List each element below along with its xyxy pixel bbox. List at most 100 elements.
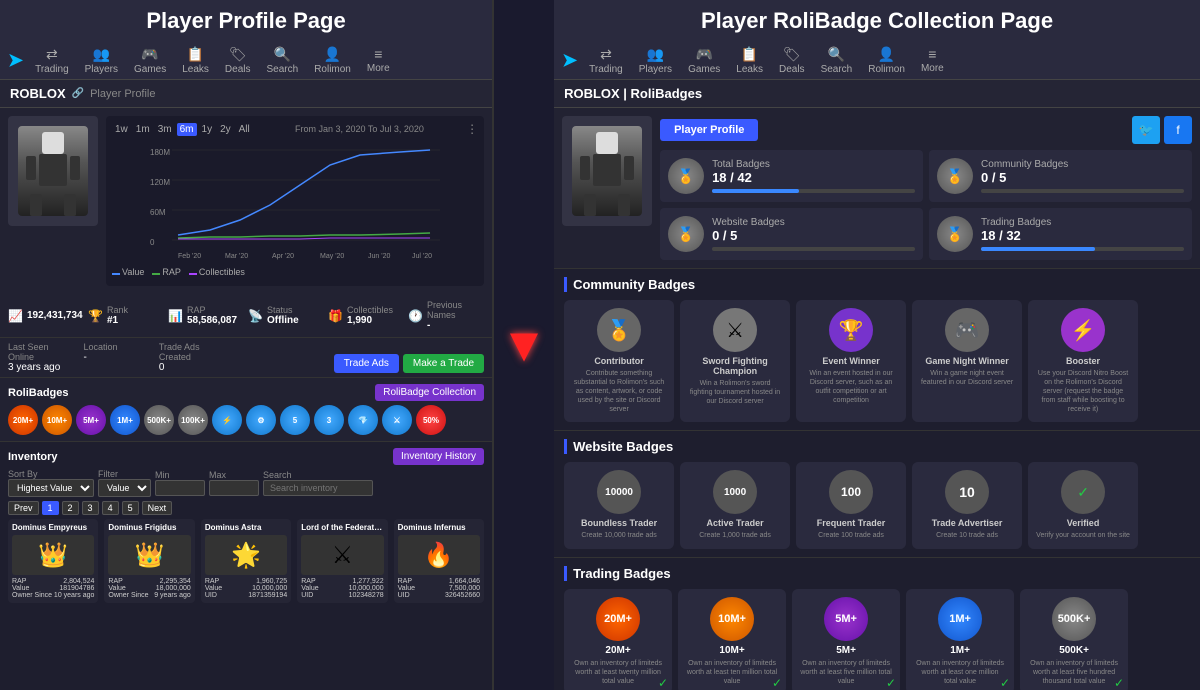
right-nav-more[interactable]: ≡ More	[921, 46, 944, 75]
min-input[interactable]	[155, 480, 205, 496]
nav-search[interactable]: 🔍 Search	[267, 46, 299, 75]
value-icon: 📈	[8, 309, 23, 323]
svg-text:120M: 120M	[150, 178, 170, 187]
right-panel: Player RoliBadge Collection Page ➤ ⇄ Tra…	[554, 0, 1200, 690]
right-nav-deals[interactable]: 🏷 Deals	[779, 46, 805, 75]
right-nav-search[interactable]: 🔍 Search	[821, 46, 853, 75]
right-nav-trading[interactable]: ⇄ Trading	[589, 46, 623, 75]
svg-text:0: 0	[150, 238, 155, 247]
website-badges-category-title: Website Badges	[564, 439, 1190, 454]
right-nav-games[interactable]: 🎮 Games	[688, 46, 720, 75]
active-trader-icon: 1000	[713, 470, 757, 514]
right-avatar	[572, 126, 642, 216]
roli-badge-collection-button[interactable]: RoliBadge Collection	[375, 384, 484, 401]
community-badges-title: Community Badges	[981, 159, 1184, 170]
page-3-button[interactable]: 3	[82, 501, 99, 515]
facebook-button[interactable]: f	[1164, 116, 1192, 144]
next-button[interactable]: Next	[142, 501, 173, 515]
svg-text:May '20: May '20	[320, 253, 344, 260]
roli-badges-row: 20M+ 10M+ 5M+ 1M+ 500K+ 100K+ ⚡ ⚙ 5 3 💎 …	[8, 405, 484, 435]
trading-badges-bar-fill	[981, 247, 1095, 251]
stat-status-value: Offline	[267, 315, 299, 326]
stat-rank-num: #1	[107, 315, 128, 326]
btn-2y[interactable]: 2y	[217, 123, 234, 136]
item-1-img: 👑	[108, 535, 190, 575]
stat-value: 📈 192,431,734	[8, 300, 84, 331]
tbc-20m-name: 20M+	[605, 645, 630, 656]
btn-6m[interactable]: 6m	[177, 123, 197, 136]
nav-players-label: Players	[85, 64, 118, 75]
trading-badges-icon: 🏅	[937, 216, 973, 252]
avatar-box	[8, 116, 98, 226]
website-badges-card: 🏅 Website Badges 0 / 5	[660, 208, 923, 260]
nav-trading[interactable]: ⇄ Trading	[35, 46, 69, 75]
inventory-history-button[interactable]: Inventory History	[393, 448, 484, 465]
trade-ads-button[interactable]: Trade Ads	[334, 354, 399, 373]
nav-more[interactable]: ≡ More	[367, 46, 390, 75]
nav-deals[interactable]: 🏷 Deals	[225, 46, 251, 75]
item-4-icon: 🔥	[424, 541, 454, 570]
page-5-button[interactable]: 5	[122, 501, 139, 515]
tbc-10m-name: 10M+	[719, 645, 744, 656]
community-badges-card: 🏅 Community Badges 0 / 5	[929, 150, 1192, 202]
nav-rolimon[interactable]: 👤 Rolimon	[314, 46, 351, 75]
nav-search-label: Search	[267, 64, 299, 75]
tbc-20m-check: ✓	[658, 676, 668, 690]
community-badges-icon: 🏅	[937, 158, 973, 194]
right-navbar: ➤ ⇄ Trading 👥 Players 🎮 Games 📋 Leaks 🏷 …	[554, 42, 1200, 80]
sort-by-select[interactable]: Highest Value	[8, 479, 94, 497]
trading-badge-20m: 20M+ 20M+ Own an inventory of limiteds w…	[564, 589, 672, 690]
item-2-name: Dominus Astra	[205, 523, 287, 532]
page-2-button[interactable]: 2	[62, 501, 79, 515]
btn-1w[interactable]: 1w	[112, 123, 131, 136]
rap-icon: 📊	[168, 309, 183, 323]
left-logo[interactable]: ➤	[8, 50, 23, 71]
badge-gear: ⚙	[246, 405, 276, 435]
nav-players[interactable]: 👥 Players	[85, 46, 118, 75]
tbc-5m-desc: Own an inventory of limiteds worth at le…	[800, 659, 892, 686]
sword-icon: ⚔	[713, 308, 757, 352]
item-4-img: 🔥	[398, 535, 480, 575]
btn-1m[interactable]: 1m	[133, 123, 153, 136]
time-buttons: 1w 1m 3m 6m 1y 2y All	[112, 123, 253, 136]
tbc-1m-desc: Own an inventory of limiteds worth at le…	[914, 659, 1006, 686]
r-leaks-icon: 📋	[741, 46, 758, 63]
inv-item-1: Dominus Frigidus 👑 RAP2,295,354 Value18,…	[104, 519, 194, 603]
player-profile-tab[interactable]: Player Profile	[660, 119, 758, 141]
page-4-button[interactable]: 4	[102, 501, 119, 515]
prev-button[interactable]: Prev	[8, 501, 39, 515]
verified-name: Verified	[1067, 518, 1100, 528]
item-3-icon: ⚔	[332, 541, 354, 570]
r-nav-rolimon-label: Rolimon	[868, 64, 905, 75]
r-nav-more-label: More	[921, 63, 944, 74]
boundless-trader-card: 10000 Boundless Trader Create 10,000 tra…	[564, 462, 674, 548]
make-trade-button[interactable]: Make a Trade	[403, 354, 484, 373]
active-trader-desc: Create 1,000 trade ads	[699, 531, 771, 540]
pagination: Prev 1 2 3 4 5 Next	[8, 501, 484, 515]
right-nav-players[interactable]: 👥 Players	[639, 46, 672, 75]
roli-badges-header: RoliBadges RoliBadge Collection	[8, 384, 484, 401]
chart-controls: 1w 1m 3m 6m 1y 2y All From Jan 3, 2020 T…	[112, 122, 478, 136]
right-nav-rolimon[interactable]: 👤 Rolimon	[868, 46, 905, 75]
svg-text:Jul '20: Jul '20	[412, 253, 432, 260]
max-input[interactable]	[209, 480, 259, 496]
left-header-title: ROBLOX	[10, 86, 66, 101]
r-nav-deals-label: Deals	[779, 64, 805, 75]
right-profile-content: Player Profile 🐦 f 🏅 Total Badges 18 / 4…	[660, 116, 1192, 260]
chart-options-icon[interactable]: ⋮	[466, 122, 478, 136]
search-input[interactable]	[263, 480, 373, 496]
btn-1y[interactable]: 1y	[199, 123, 216, 136]
website-badges-bar	[712, 247, 915, 251]
nav-games[interactable]: 🎮 Games	[134, 46, 166, 75]
right-nav-leaks[interactable]: 📋 Leaks	[736, 46, 763, 75]
btn-3m[interactable]: 3m	[155, 123, 175, 136]
right-logo[interactable]: ➤	[562, 50, 577, 71]
profile-buttons-row: Player Profile 🐦 f	[660, 116, 1192, 144]
filter-select[interactable]: Value	[98, 479, 151, 497]
r-more-icon: ≡	[928, 46, 936, 62]
btn-all[interactable]: All	[236, 123, 253, 136]
twitter-button[interactable]: 🐦	[1132, 116, 1160, 144]
nav-leaks[interactable]: 📋 Leaks	[182, 46, 209, 75]
page-1-button[interactable]: 1	[42, 501, 59, 515]
booster-desc: Use your Discord Nitro Boost on the Roli…	[1036, 369, 1130, 414]
